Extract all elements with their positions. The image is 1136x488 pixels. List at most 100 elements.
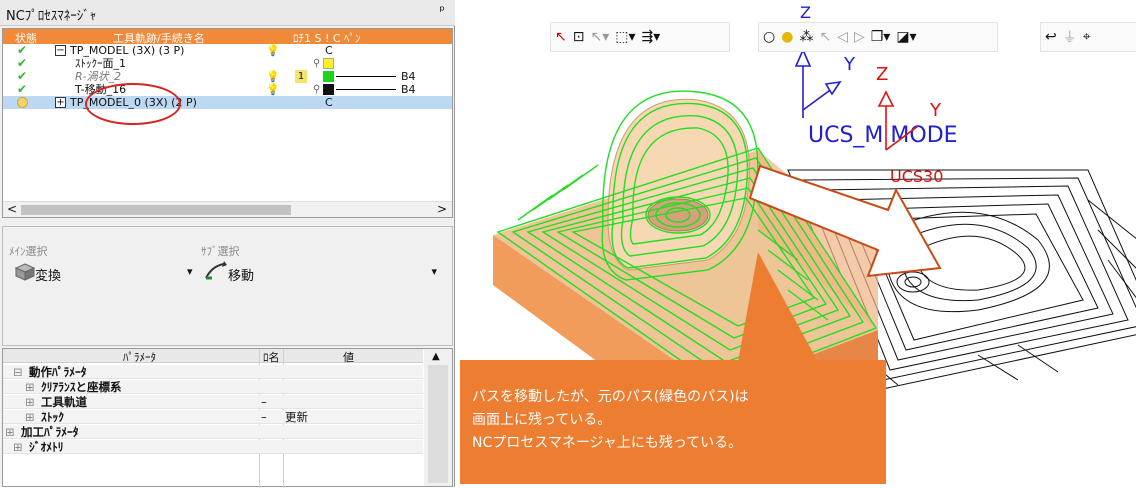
cube-icon <box>15 263 35 281</box>
vertical-scrollbar[interactable]: ▲ <box>424 349 452 486</box>
param-row-flag: – <box>261 410 267 424</box>
selection-toolbar: ↖ ⊡ ↖▾ ⬚▾ ⇶▾ <box>550 22 730 52</box>
ucs-blue-label: UCS_M MODE <box>808 123 958 148</box>
param-row[interactable]: ⊞ 工具軌道 – <box>3 395 423 409</box>
param-row-value[interactable]: 更新 <box>285 410 308 424</box>
scroll-left-arrow[interactable]: < <box>7 202 17 216</box>
axis-y-label: Y <box>843 54 856 75</box>
tree-row[interactable]: ✔ ｽﾄｯｸｰ面_1 ⚲ <box>3 57 452 70</box>
expand-icon[interactable]: + <box>55 97 66 108</box>
main-select-value[interactable]: 変換 <box>35 265 61 284</box>
expand-icon[interactable]: ⊞ <box>25 395 35 409</box>
lightbulb-icon[interactable]: 💡 <box>266 70 280 83</box>
chevron-up-icon[interactable]: ▲ <box>432 351 440 362</box>
select-cursor-icon[interactable]: ↖ <box>555 29 567 45</box>
color-chip-green[interactable] <box>323 71 334 82</box>
param-row-label: 動作ﾊﾟﾗﾒｰﾀ <box>29 365 87 379</box>
param-header: ﾊﾟﾗﾒｰﾀ ﾛ名 値 <box>3 349 423 364</box>
collapse-icon[interactable]: − <box>55 45 66 56</box>
param-row-label: ｸﾘｱﾗﾝｽと座標系 <box>41 380 122 394</box>
chevron-down-icon[interactable]: ▾ <box>187 265 193 278</box>
param-header-flag: ﾛ名 <box>263 351 280 364</box>
key-icon: ⚲ <box>313 58 321 69</box>
horizontal-scrollbar[interactable]: < > <box>3 201 452 217</box>
pin-icon[interactable]: ᵖ <box>439 4 445 19</box>
operation-tree: 状態 工具軌跡/手続き名 ﾛﾁ1 S ! C ﾍﾟﾝ ✔ − TP_MODEL … <box>2 28 453 218</box>
tree-row-c: C <box>325 44 333 57</box>
lightbulb-icon[interactable]: 💡 <box>266 83 280 96</box>
collapse-icon[interactable]: ⊟ <box>13 365 23 379</box>
param-row[interactable]: ⊞ ｽﾄｯｸ – 更新 <box>3 410 423 424</box>
tree-row-selected[interactable]: + TP_MODEL_0 (3X) (2 P) C <box>3 96 452 109</box>
undo-icon[interactable]: ↩ <box>1045 29 1057 45</box>
callout-line-3: NCプロセスマネージャ上にも残っている。 <box>472 435 743 451</box>
callout-line-1: パスを移動したが、元のパス(緑色のパス)は <box>472 389 749 405</box>
tree-row[interactable]: ✔ T-移動_16 💡 ⚲ B4 <box>3 82 452 97</box>
select-arrow-icon[interactable]: ↖▾ <box>590 29 609 45</box>
key-icon: ⚲ <box>313 84 321 95</box>
param-row[interactable]: ⊞ ｸﾘｱﾗﾝｽと座標系 <box>3 380 423 394</box>
chevron-down-icon[interactable]: ▾ <box>431 265 437 278</box>
param-header-name: ﾊﾟﾗﾒｰﾀ <box>123 351 156 364</box>
tree-row[interactable]: ✔ − TP_MODEL (3X) (3 P) 💡 C <box>3 44 452 58</box>
prev-view-icon[interactable]: ◁ <box>837 29 848 45</box>
expand-icon[interactable]: ⊞ <box>25 380 35 394</box>
select-box-icon[interactable]: ⊡ <box>573 29 585 45</box>
scroll-right-arrow[interactable]: > <box>437 202 447 216</box>
lightbulb-on-icon[interactable]: ● <box>781 29 793 45</box>
param-row[interactable]: ⊟ 動作ﾊﾟﾗﾒｰﾀ <box>3 365 423 379</box>
pen-line <box>336 76 396 77</box>
annotation-callout: パスを移動したが、元のパス(緑色のパス)は 画面上に残っている。 NCプロセスマ… <box>460 360 886 484</box>
param-row-flag: – <box>261 395 267 409</box>
lightbulb-icon[interactable]: 💡 <box>266 44 280 57</box>
tree-row-label: ｽﾄｯｸｰ面_1 <box>75 57 126 70</box>
param-row-label: 加工ﾊﾟﾗﾒｰﾀ <box>21 425 79 439</box>
param-row[interactable]: ⊞ ｼﾞｵﾒﾄﾘ <box>3 440 423 454</box>
lightbulb-off-icon[interactable]: ○ <box>763 29 775 45</box>
scroll-thumb[interactable] <box>428 365 448 483</box>
param-header-value: 値 <box>343 351 354 364</box>
check-icon: ✔ <box>17 82 28 96</box>
snap-icon[interactable]: ⌖ <box>1083 29 1091 45</box>
tree-row-label: R-渦状_2 <box>75 70 122 83</box>
tree-header: 状態 工具軌跡/手続き名 ﾛﾁ1 S ! C ﾍﾟﾝ <box>3 29 452 45</box>
nc-process-manager-panel: NCﾌﾟﾛｾｽﾏﾈｰｼﾞｬ ᵖ 状態 工具軌跡/手続き名 ﾛﾁ1 S ! C ﾍ… <box>0 0 455 488</box>
ucs-blue-axes <box>794 48 842 118</box>
axis-z-label: Z <box>876 64 888 85</box>
tree-row-c: C <box>325 96 333 109</box>
expand-icon[interactable]: ⊞ <box>13 440 23 454</box>
funnel-icon[interactable]: ⏚ <box>1063 27 1077 47</box>
expand-icon[interactable]: ⊞ <box>25 410 35 424</box>
tree-row-pen: B4 <box>401 70 416 83</box>
lightbulb-group-icon[interactable]: ⁂ <box>799 29 813 45</box>
param-row[interactable]: ⊞ 加工ﾊﾟﾗﾒｰﾀ <box>3 425 423 439</box>
tree-row-pen: B4 <box>401 83 416 96</box>
view-toolbar: ○ ● ⁂ ↖ ◁ ▷ ❒▾ ◪▾ <box>758 22 998 52</box>
pointer-icon[interactable]: ↖ <box>819 29 831 45</box>
3d-viewport[interactable]: Y Z UCS_M MODE Z Y UCS30 ↖ ⊡ ↖▾ ⬚▾ ⇶▾ ○ … <box>458 0 1136 487</box>
main-select-label: ﾒｲﾝ選択 <box>9 245 48 258</box>
highlight-circle <box>85 83 181 125</box>
select-window-icon[interactable]: ⬚▾ <box>615 29 635 45</box>
color-chip-yellow[interactable] <box>323 58 334 69</box>
ucs-red-label: UCS30 <box>890 167 943 186</box>
next-view-icon[interactable]: ▷ <box>854 29 865 45</box>
color-chip-black[interactable] <box>323 84 334 95</box>
misc-toolbar: ↩ ⏚ ⌖ <box>1040 22 1136 52</box>
scroll-thumb[interactable] <box>21 205 291 215</box>
warning-icon <box>17 97 28 108</box>
panel-title-bar: NCﾌﾟﾛｾｽﾏﾈｰｼﾞｬ ᵖ <box>0 0 455 26</box>
axis-z-top-label: Z <box>800 3 811 22</box>
parameter-grid: ﾊﾟﾗﾒｰﾀ ﾛ名 値 ⊟ 動作ﾊﾟﾗﾒｰﾀ ⊞ ｸﾘｱﾗﾝｽと座標系 ⊞ 工具… <box>2 348 453 488</box>
expand-icon[interactable]: ⊞ <box>5 425 15 439</box>
tree-row-number: 1 <box>295 70 307 83</box>
filter-icon[interactable]: ⇶▾ <box>642 29 661 45</box>
move-icon <box>205 261 227 280</box>
tree-row[interactable]: ✔ R-渦状_2 💡 1 B4 <box>3 70 452 83</box>
selection-panel: ﾒｲﾝ選択 ｻﾌﾞ選択 変換 ▾ 移動 ▾ <box>2 226 453 346</box>
shade-icon[interactable]: ◪▾ <box>896 29 916 45</box>
cube-view-icon[interactable]: ❒▾ <box>871 29 891 45</box>
sub-select-value[interactable]: 移動 <box>228 265 254 284</box>
param-row-label: ｽﾄｯｸ <box>41 410 64 424</box>
ucs-red-axis-label: Y <box>929 100 942 121</box>
